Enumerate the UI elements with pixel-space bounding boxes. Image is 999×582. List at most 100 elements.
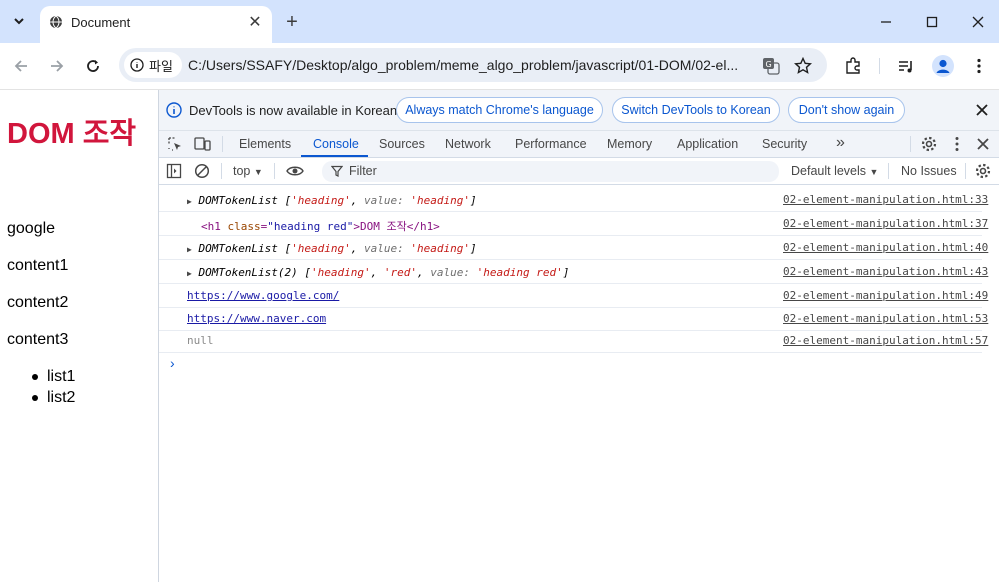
maximize-icon[interactable] (918, 9, 946, 35)
tab-close-icon[interactable]: ✕ (245, 12, 265, 32)
attr-value: "heading red" (267, 220, 354, 233)
toolbar-divider (221, 163, 222, 179)
dont-show-again-button[interactable]: Don't show again (788, 97, 905, 123)
profile-avatar[interactable] (931, 54, 955, 78)
globe-icon (50, 15, 62, 29)
tab-network[interactable]: Network (445, 137, 491, 151)
tab-performance[interactable]: Performance (515, 137, 587, 151)
device-toolbar-icon[interactable] (194, 136, 212, 152)
token-value: 'heading' (311, 266, 371, 279)
bookmark-star-icon[interactable] (791, 54, 815, 78)
tag-open: <h1 (201, 220, 221, 233)
site-info-chip[interactable]: 파일 (124, 52, 182, 78)
url-log-link[interactable]: https://www.naver.com (187, 312, 326, 325)
filter-input[interactable] (322, 161, 779, 182)
list-item: list1 (47, 368, 76, 385)
paragraph-content1: content1 (7, 257, 69, 274)
source-link[interactable]: 02-element-manipulation.html:53 (783, 312, 988, 325)
forward-arrow-icon[interactable] (44, 54, 70, 78)
info-chip-label: 파일 (149, 58, 173, 74)
toolbar-divider (888, 163, 889, 179)
log-levels-label: Default levels (791, 164, 867, 178)
log-levels-dropdown[interactable]: Default levels ▼ (791, 164, 878, 178)
clear-console-icon[interactable] (194, 163, 210, 179)
tag-content: >DOM 조작</h1> (353, 220, 440, 233)
tab-security[interactable]: Security (762, 137, 807, 151)
tab-search-button[interactable] (6, 8, 32, 34)
reload-icon[interactable] (80, 54, 106, 78)
window-close-icon[interactable] (964, 9, 992, 35)
source-link[interactable]: 02-element-manipulation.html:37 (783, 217, 988, 230)
page-heading: DOM 조작 (7, 118, 137, 150)
inspect-element-icon[interactable] (167, 136, 183, 152)
prop-value: 'heading' (410, 242, 471, 255)
dropdown-arrow-icon: ▼ (253, 167, 263, 177)
source-link[interactable]: 02-element-manipulation.html:33 (783, 193, 988, 206)
prop-value: 'heading red' (476, 266, 563, 279)
paragraph-content3: content3 (7, 331, 69, 348)
tab-elements[interactable]: Elements (239, 137, 291, 151)
source-link[interactable]: 02-element-manipulation.html:43 (783, 265, 988, 278)
match-language-button[interactable]: Always match Chrome's language (396, 97, 603, 123)
dropdown-arrow-icon: ▼ (869, 167, 879, 177)
live-expression-eye-icon[interactable] (285, 163, 305, 179)
prop-key: value: (364, 242, 404, 255)
list-item: list2 (47, 389, 76, 406)
source-link[interactable]: 02-element-manipulation.html:49 (783, 289, 988, 302)
info-icon (166, 102, 182, 118)
prop-key: value: (364, 194, 404, 207)
tab-sources[interactable]: Sources (379, 137, 425, 151)
more-tabs-icon[interactable]: » (836, 134, 845, 152)
expand-triangle-icon[interactable]: ▶ (187, 245, 192, 254)
tab-title: Document (71, 15, 131, 30)
attr-name: class (227, 220, 261, 233)
url-log-link[interactable]: https://www.google.com/ (187, 289, 339, 302)
new-tab-button[interactable]: + (281, 11, 303, 33)
settings-gear-icon[interactable] (920, 135, 938, 153)
extensions-icon[interactable] (841, 54, 865, 78)
tab-console[interactable]: Console (313, 137, 359, 151)
back-arrow-icon[interactable] (8, 54, 34, 78)
toolbar-divider (965, 163, 966, 179)
translate-icon[interactable]: G (759, 54, 783, 78)
console-message[interactable]: ▶ DOMTokenList ['heading', value: 'headi… (187, 194, 477, 207)
console-settings-gear-icon[interactable] (974, 162, 992, 180)
console-message[interactable]: ▶ DOMTokenList(2) ['heading', 'red', val… (187, 266, 569, 279)
switch-korean-button[interactable]: Switch DevTools to Korean (612, 97, 780, 123)
url-text[interactable]: C:/Users/SSAFY/Desktop/algo_problem/meme… (188, 57, 738, 73)
prop-value: 'heading' (410, 194, 471, 207)
expand-triangle-icon[interactable]: ▶ (187, 197, 192, 206)
token-value: 'red' (383, 266, 418, 279)
null-log-value: null (187, 334, 214, 347)
issues-counter[interactable]: No Issues (901, 164, 957, 178)
info-icon (130, 58, 144, 72)
source-link[interactable]: 02-element-manipulation.html:40 (783, 241, 988, 254)
toolbar-divider (274, 163, 275, 179)
tab-application[interactable]: Application (677, 137, 738, 151)
devtools-menu-icon[interactable] (948, 135, 966, 153)
tab-memory[interactable]: Memory (607, 137, 652, 151)
object-type: DOMTokenList (198, 194, 278, 207)
console-message[interactable]: ▶ DOMTokenList ['heading', value: 'headi… (187, 242, 477, 255)
infobar-close-icon[interactable] (974, 102, 990, 118)
filter-placeholder: Filter (349, 164, 377, 178)
filter-funnel-icon (331, 165, 343, 177)
svg-text:G: G (766, 60, 772, 69)
paragraph-content2: content2 (7, 294, 69, 311)
context-label: top (233, 164, 251, 178)
context-selector[interactable]: top ▼ (233, 164, 263, 178)
sidebar-toggle-icon[interactable] (166, 163, 182, 179)
browser-menu-icon[interactable] (967, 54, 991, 78)
console-message[interactable]: <h1 class="heading red">DOM 조작</h1> (201, 218, 440, 234)
chevron-down-icon (14, 18, 24, 25)
minimize-icon[interactable] (872, 9, 900, 35)
tab-divider (910, 136, 911, 152)
media-controls-icon[interactable] (894, 54, 918, 78)
expand-triangle-icon[interactable]: ▶ (187, 269, 192, 278)
console-prompt-icon[interactable]: › (170, 355, 175, 371)
source-link[interactable]: 02-element-manipulation.html:57 (783, 334, 988, 347)
devtools-close-icon[interactable] (975, 136, 991, 152)
paragraph-google: google (7, 220, 56, 237)
active-tab-indicator (301, 155, 368, 157)
infobar-message: DevTools is now available in Korean! (189, 103, 401, 118)
